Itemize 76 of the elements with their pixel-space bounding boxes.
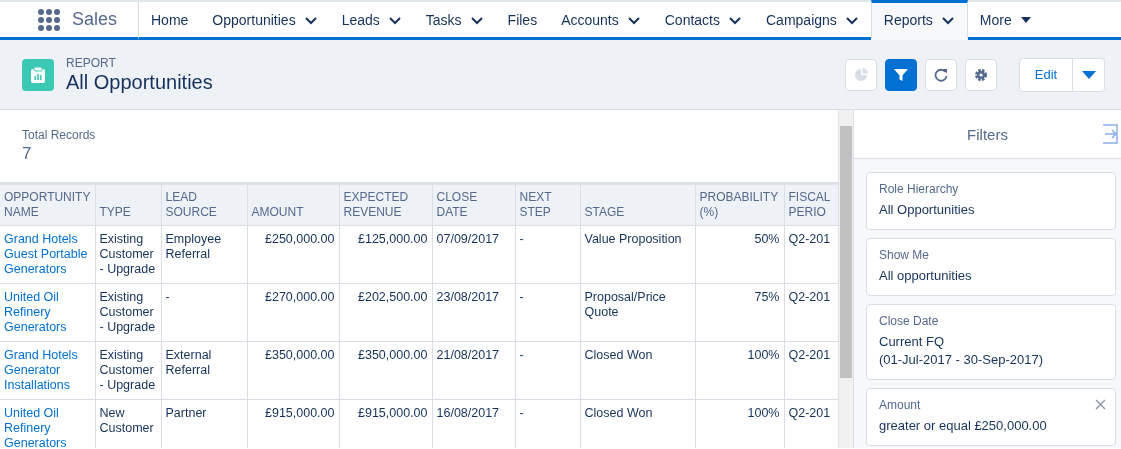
chevron-down-icon — [940, 14, 955, 26]
table-cell: - — [515, 399, 580, 448]
table-cell: - — [161, 283, 247, 341]
table-cell: 16/08/2017 — [432, 399, 515, 448]
pie-chart-icon — [854, 67, 868, 82]
filter-card[interactable]: Close Date Current FQ (01-Jul-2017 - 30-Sep-2017) — [866, 304, 1116, 380]
column-header[interactable]: PROBABILITY (%) — [695, 184, 784, 225]
settings-button[interactable] — [965, 58, 997, 91]
report-icon — [22, 58, 54, 91]
filter-icon — [894, 67, 908, 82]
table-cell: - — [515, 225, 580, 283]
table-cell: 100% — [695, 341, 784, 399]
summary-value: 7 — [22, 144, 33, 164]
table-cell: Closed Won — [580, 341, 695, 399]
table-cell: 21/08/2017 — [432, 341, 515, 399]
column-header[interactable]: NEXT STEP — [515, 184, 580, 225]
opportunity-link[interactable]: Grand Hotels Generator Installations — [4, 347, 91, 393]
page-title: All Opportunities — [66, 70, 214, 94]
table-cell: New Customer — [95, 399, 161, 448]
table-cell: 75% — [695, 283, 784, 341]
scrollbar[interactable] — [838, 110, 853, 448]
filter-label: Show Me — [879, 248, 931, 262]
settings-icon — [974, 67, 988, 82]
filter-value: (01-Jul-2017 - 30-Sep-2017) — [879, 351, 1045, 369]
table-cell: £125,000.00 — [339, 225, 432, 283]
close-icon[interactable] — [1095, 399, 1106, 410]
table-cell: £915,000.00 — [339, 399, 432, 448]
opportunity-link[interactable]: United Oil Refinery Generators — [4, 405, 91, 448]
filter-label: Close Date — [879, 314, 940, 328]
table-cell: Closed Won — [580, 399, 695, 448]
table-cell: 23/08/2017 — [432, 283, 515, 341]
refresh-icon — [934, 67, 948, 82]
table-cell: Existing Customer - Upgrade — [95, 341, 161, 399]
filter-value: All Opportunities — [879, 201, 976, 219]
table-cell: Existing Customer - Upgrade — [95, 283, 161, 341]
table-cell: 07/09/2017 — [432, 225, 515, 283]
filter-label: Amount — [879, 398, 922, 412]
table-cell: £350,000.00 — [247, 341, 339, 399]
table-cell: Existing Customer - Upgrade — [95, 225, 161, 283]
table-cell: Value Proposition — [580, 225, 695, 283]
table-cell: - — [515, 341, 580, 399]
table-cell: £915,000.00 — [247, 399, 339, 448]
table-cell: Proposal/Price Quote — [580, 283, 695, 341]
column-header[interactable]: CLOSE DATE — [432, 184, 515, 225]
table-cell: Partner — [161, 399, 247, 448]
summary-label: Total Records — [22, 128, 97, 142]
page-type-label: REPORT — [66, 55, 117, 70]
table-cell: £350,000.00 — [339, 341, 432, 399]
table-cell: £202,500.00 — [339, 283, 432, 341]
nav-tab[interactable]: Reports — [870, 0, 968, 40]
opportunity-link[interactable]: United Oil Refinery Generators — [4, 289, 91, 335]
refresh-button[interactable] — [925, 58, 957, 91]
column-header[interactable]: STAGE — [580, 184, 695, 225]
column-header[interactable]: OPPORTUNITY NAME — [0, 184, 95, 225]
filter-card[interactable]: Show Me All opportunities — [866, 238, 1116, 296]
filter-button[interactable] — [885, 58, 917, 91]
filter-card[interactable]: Amount greater or equal £250,000.00 — [866, 388, 1116, 446]
table-cell: Employee Referral — [161, 225, 247, 283]
filter-card[interactable]: Role Hierarchy All Opportunities — [866, 172, 1116, 230]
table-cell: 50% — [695, 225, 784, 283]
table-cell: £250,000.00 — [247, 225, 339, 283]
table-cell: 100% — [695, 399, 784, 448]
filter-value: greater or equal £250,000.00 — [879, 417, 1048, 435]
column-header[interactable]: LEAD SOURCE — [161, 184, 247, 225]
column-header[interactable]: AMOUNT — [247, 184, 339, 225]
opportunity-link[interactable]: Grand Hotels Guest Portable Generators — [4, 231, 91, 277]
filter-value: All opportunities — [879, 267, 973, 285]
column-header[interactable]: TYPE — [95, 184, 161, 225]
column-header[interactable]: EXPECTED REVENUE — [339, 184, 432, 225]
table-cell: £270,000.00 — [247, 283, 339, 341]
caret-down-icon — [1081, 69, 1096, 80]
table-cell: - — [515, 283, 580, 341]
filter-label: Role Hierarchy — [879, 182, 960, 196]
panel-title: Filters — [967, 125, 1008, 143]
table-cell: External Referral — [161, 341, 247, 399]
filter-value: Current FQ — [879, 333, 945, 351]
